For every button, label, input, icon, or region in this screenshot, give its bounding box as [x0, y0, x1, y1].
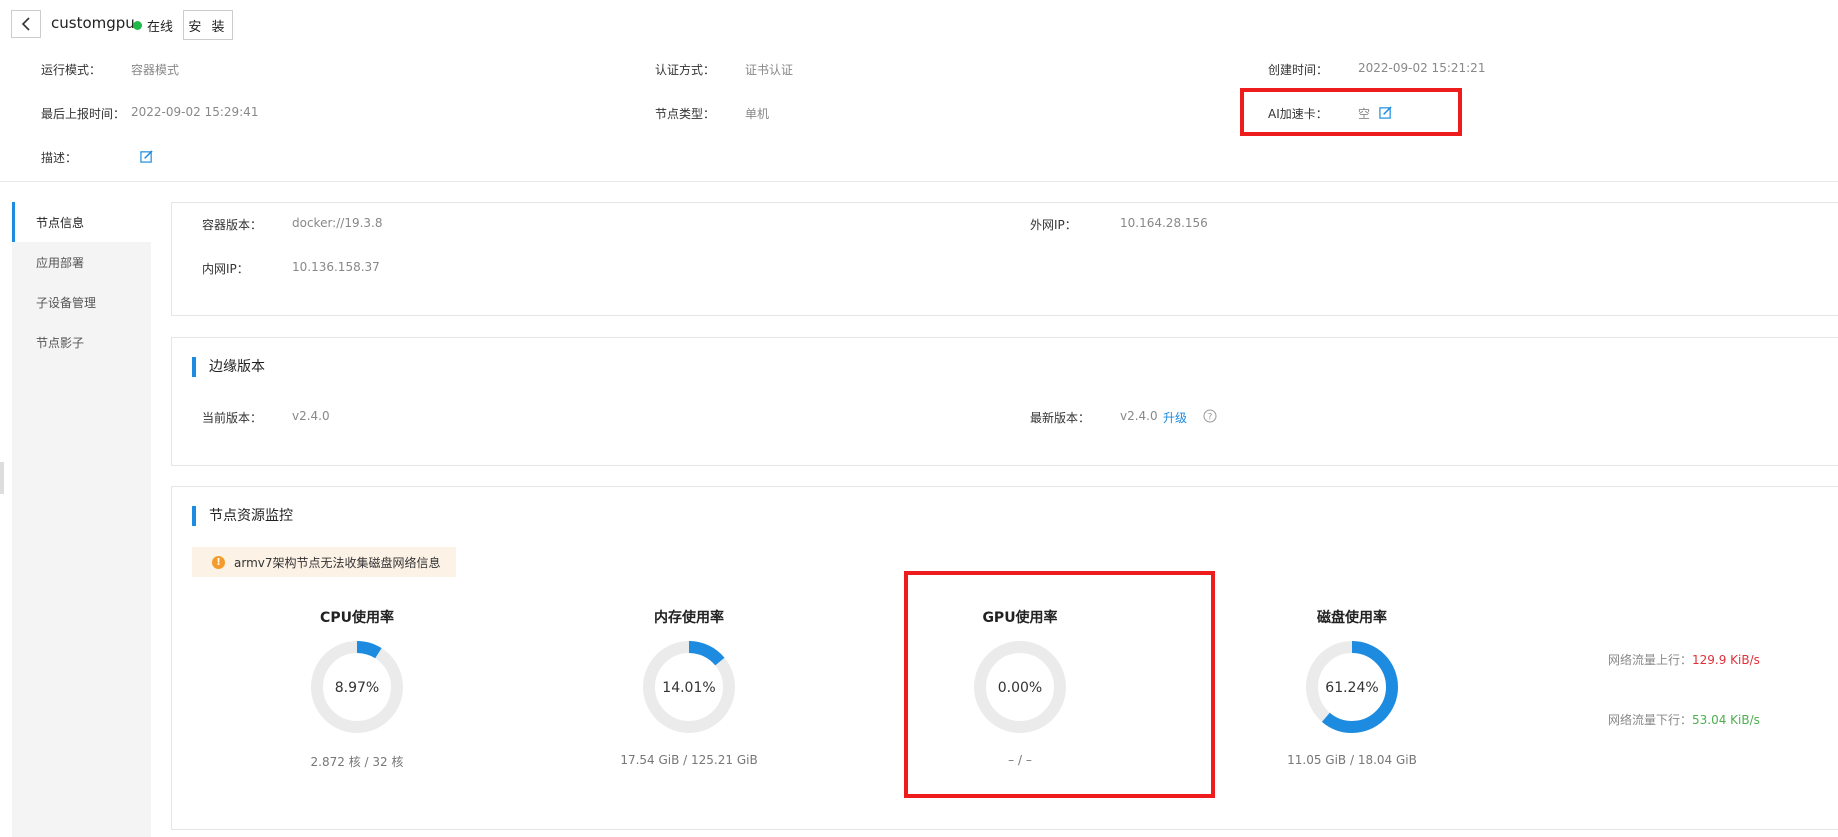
latest-version-value: v2.4.0: [1120, 409, 1158, 423]
upgrade-link[interactable]: 升级: [1163, 409, 1187, 426]
back-button[interactable]: [11, 10, 41, 38]
disk-gauge-title: 磁盘使用率: [1317, 610, 1387, 626]
sidebar-item-node-shadow[interactable]: 节点影子: [12, 322, 151, 362]
edit-description-icon[interactable]: [140, 150, 153, 163]
run-mode-field: 运行模式：: [41, 61, 101, 78]
edge-version-panel: [171, 337, 1838, 466]
ai-card-value: 空: [1358, 107, 1371, 121]
warning-icon: !: [212, 555, 225, 569]
disk-gauge-foot: 11.05 GiB / 18.04 GiB: [1287, 753, 1417, 767]
net-download-value: 53.04 KiB/s: [1692, 713, 1760, 727]
disk-gauge: 磁盘使用率 61.24% 11.05 GiB / 18.04 GiB: [1242, 607, 1462, 767]
chevron-left-icon: [21, 17, 30, 31]
container-version-label: 容器版本：: [202, 218, 263, 232]
current-version-label: 当前版本：: [202, 411, 263, 425]
arch-warning: ! armv7架构节点无法收集磁盘网络信息: [192, 547, 456, 577]
disk-donut: 61.24%: [1306, 641, 1398, 733]
created-label: 创建时间：: [1268, 63, 1329, 77]
ai-card-label: AI加速卡：: [1268, 107, 1328, 121]
internal-ip-value: 10.136.158.37: [292, 260, 380, 274]
memory-donut-label: 14.01%: [662, 680, 715, 696]
memory-donut: 14.01%: [643, 641, 735, 733]
cpu-donut-label: 8.97%: [335, 680, 379, 696]
net-download: 网络流量下行：53.04 KiB/s: [1608, 711, 1760, 728]
memory-gauge: 内存使用率 14.01% 17.54 GiB / 125.21 GiB: [579, 607, 799, 767]
cpu-gauge-foot: 2.872 核 / 32 核: [310, 755, 404, 769]
collapse-handle[interactable]: [0, 462, 4, 494]
install-button[interactable]: 安 装: [183, 10, 233, 40]
run-mode-label: 运行模式：: [41, 63, 102, 77]
desc-label: 描述：: [41, 151, 78, 165]
resource-monitor-title: 节点资源监控: [192, 506, 293, 526]
cpu-donut: 8.97%: [311, 641, 403, 733]
edit-ai-card-icon[interactable]: [1379, 106, 1392, 119]
memory-gauge-title: 内存使用率: [654, 610, 724, 626]
external-ip-label: 外网IP：: [1030, 218, 1077, 232]
internal-ip-label: 内网IP：: [202, 262, 249, 276]
edge-version-title: 边缘版本: [192, 357, 265, 377]
node-info-panel: [171, 202, 1838, 316]
node-type-label: 节点类型：: [655, 107, 716, 121]
node-header: customgpu 在线 安 装 运行模式： 容器模式 认证方式： 证书认证 创…: [0, 0, 1838, 182]
help-icon[interactable]: ?: [1203, 409, 1217, 423]
disk-donut-label: 61.24%: [1325, 680, 1378, 696]
sidebar-item-subdevice[interactable]: 子设备管理: [12, 282, 151, 322]
last-report-value: 2022-09-02 15:29:41: [131, 105, 259, 119]
latest-version-label: 最新版本：: [1030, 411, 1091, 425]
current-version-value: v2.4.0: [292, 409, 330, 423]
node-name: customgpu: [51, 14, 135, 32]
status-text: 在线: [147, 20, 174, 35]
cpu-gauge-title: CPU使用率: [320, 610, 394, 626]
sidebar: 节点信息 应用部署 子设备管理 节点影子: [12, 202, 151, 837]
auth-label: 认证方式：: [655, 63, 716, 77]
gpu-highlight-box: [904, 571, 1215, 798]
svg-text:?: ?: [1208, 413, 1213, 423]
cpu-gauge: CPU使用率 8.97% 2.872 核 / 32 核: [247, 607, 467, 770]
net-upload: 网络流量上行：129.9 KiB/s: [1608, 651, 1760, 668]
net-download-label: 网络流量下行：: [1608, 713, 1693, 727]
net-upload-label: 网络流量上行：: [1608, 653, 1693, 667]
created-value: 2022-09-02 15:21:21: [1358, 61, 1486, 75]
sidebar-item-app-deploy[interactable]: 应用部署: [12, 242, 151, 282]
external-ip-value: 10.164.28.156: [1120, 216, 1208, 230]
auth-value: 证书认证: [745, 63, 794, 77]
sidebar-item-node-info[interactable]: 节点信息: [12, 202, 151, 242]
last-report-label: 最后上报时间：: [41, 107, 126, 121]
status-badge: 在线: [133, 16, 173, 35]
warning-text: armv7架构节点无法收集磁盘网络信息: [234, 555, 441, 570]
net-upload-value: 129.9 KiB/s: [1692, 653, 1760, 667]
memory-gauge-foot: 17.54 GiB / 125.21 GiB: [620, 753, 758, 767]
node-type-value: 单机: [745, 107, 770, 121]
container-version-value: docker://19.3.8: [292, 216, 383, 230]
run-mode-value: 容器模式: [131, 63, 180, 77]
online-dot-icon: [133, 21, 142, 30]
